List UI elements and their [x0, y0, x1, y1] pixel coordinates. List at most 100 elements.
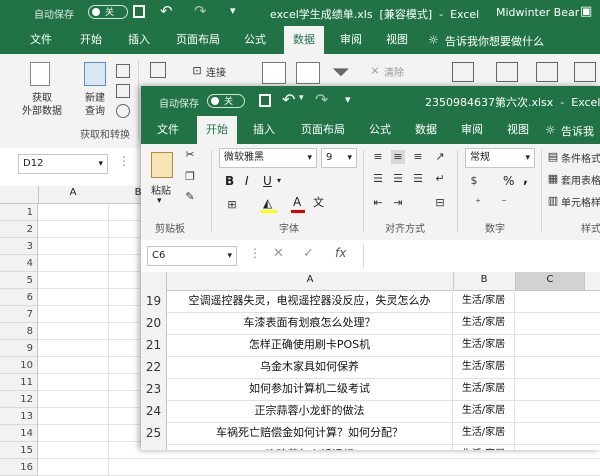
- tab-insert[interactable]: 插入: [122, 26, 156, 54]
- font-color-button[interactable]: A: [291, 195, 305, 213]
- tab-home[interactable]: 开始: [74, 26, 108, 54]
- row-header[interactable]: 16: [0, 459, 38, 476]
- formula-input[interactable]: [363, 244, 600, 268]
- conditional-format-label[interactable]: 条件格式: [561, 150, 600, 165]
- increase-indent-icon[interactable]: ⇥: [391, 196, 405, 210]
- orientation-icon[interactable]: ↗: [433, 150, 447, 164]
- new-query-icon[interactable]: [84, 62, 106, 86]
- align-left-icon[interactable]: ☰: [371, 172, 385, 186]
- column-header-b[interactable]: B: [453, 274, 515, 285]
- tab-formulas[interactable]: 公式: [363, 116, 397, 144]
- autosave-toggle[interactable]: 关: [88, 5, 128, 19]
- forecast-icon[interactable]: [574, 62, 596, 82]
- tab-page-layout[interactable]: 页面布局: [170, 26, 226, 54]
- sort-za-icon[interactable]: [296, 62, 320, 84]
- cell-a[interactable]: 如何参加计算机二级考试: [167, 378, 453, 400]
- underline-button[interactable]: U: [263, 174, 272, 188]
- align-right-icon[interactable]: ☰: [411, 172, 425, 186]
- tab-review[interactable]: 审阅: [455, 116, 489, 144]
- get-external-data-label[interactable]: 获取 外部数据: [18, 92, 66, 118]
- cell-b[interactable]: 生活/家居: [453, 334, 515, 356]
- tell-me-box[interactable]: 告诉我你想要做什么: [445, 33, 544, 49]
- row-header[interactable]: 21: [141, 334, 167, 356]
- accounting-format-icon[interactable]: $: [467, 174, 481, 188]
- select-all-corner[interactable]: [141, 272, 167, 290]
- row-header[interactable]: 2: [0, 221, 38, 238]
- tab-file[interactable]: 文件: [24, 26, 58, 54]
- paste-icon[interactable]: [151, 152, 173, 178]
- connections-label[interactable]: 连接: [206, 64, 226, 79]
- connections-icon[interactable]: ⊡: [190, 64, 204, 78]
- back-name-box[interactable]: D12 ▾: [18, 154, 108, 174]
- redo-icon[interactable]: ↷: [315, 90, 328, 109]
- flash-fill-icon[interactable]: [496, 62, 518, 82]
- cell-b[interactable]: 生活/家居: [453, 400, 515, 422]
- font-size-dropdown[interactable]: 9 ▾: [321, 148, 357, 168]
- row-header[interactable]: 13: [0, 408, 38, 425]
- refresh-all-icon[interactable]: [150, 62, 166, 78]
- bold-button[interactable]: B: [225, 174, 234, 188]
- undo-dropdown-icon[interactable]: ▾: [299, 93, 304, 103]
- save-icon[interactable]: [259, 94, 271, 107]
- cell-styles-icon[interactable]: ▥: [546, 194, 560, 208]
- column-header-a[interactable]: A: [38, 187, 108, 198]
- row-header[interactable]: 3: [0, 238, 38, 255]
- number-format-dropdown[interactable]: 常规 ▾: [465, 148, 535, 168]
- format-as-table-icon[interactable]: ▦: [546, 172, 560, 186]
- phonetic-icon[interactable]: 文: [313, 194, 324, 210]
- row-header[interactable]: 20: [141, 312, 167, 334]
- cell-a[interactable]: 乌金木家具如何保养: [167, 356, 453, 378]
- undo-icon[interactable]: ↶: [160, 2, 173, 20]
- cancel-entry-icon[interactable]: ✕: [273, 246, 284, 261]
- conditional-format-icon[interactable]: ▤: [546, 150, 560, 164]
- cell-b[interactable]: 生活/家居: [453, 422, 515, 444]
- increase-decimal-icon[interactable]: ⁺: [471, 196, 485, 210]
- confirm-entry-icon[interactable]: ✓: [303, 246, 314, 261]
- align-middle-icon[interactable]: ≡: [391, 150, 405, 164]
- tab-page-layout[interactable]: 页面布局: [295, 116, 351, 144]
- filter-icon[interactable]: ⏷: [332, 60, 350, 85]
- save-icon[interactable]: [133, 5, 145, 18]
- row-header[interactable]: 11: [0, 374, 38, 391]
- new-query-label[interactable]: 新建 查询: [80, 92, 110, 118]
- row-header[interactable]: 15: [0, 442, 38, 459]
- row-header[interactable]: 1: [0, 204, 38, 221]
- row-header[interactable]: 5: [0, 272, 38, 289]
- row-header[interactable]: 26: [141, 444, 167, 450]
- show-queries-icon[interactable]: [116, 64, 130, 78]
- cell-a[interactable]: 车漆表面有划痕怎么处理？: [167, 312, 453, 334]
- redo-icon[interactable]: ↷: [194, 2, 207, 20]
- decrease-decimal-icon[interactable]: ⁻: [497, 196, 511, 210]
- select-all-corner[interactable]: [0, 186, 39, 203]
- cell-a[interactable]: 车祸死亡赔偿金如何计算？如何分配？: [167, 422, 453, 444]
- clear-icon[interactable]: ⨯: [368, 64, 382, 78]
- column-header-a[interactable]: A: [167, 274, 453, 285]
- clear-label[interactable]: 清除: [384, 64, 404, 79]
- underline-dropdown-icon[interactable]: ▾: [277, 176, 281, 185]
- cut-icon[interactable]: ✂: [183, 148, 197, 162]
- font-name-dropdown[interactable]: 微软雅黑 ▾: [219, 148, 317, 168]
- row-header[interactable]: 8: [0, 323, 38, 340]
- italic-button[interactable]: I: [245, 174, 249, 188]
- cell-a[interactable]: 怎样正确使用刷卡POS机: [167, 334, 453, 356]
- tab-formulas[interactable]: 公式: [238, 26, 272, 54]
- tab-home[interactable]: 开始: [197, 116, 237, 144]
- cell-b[interactable]: 生活/家居: [453, 378, 515, 400]
- tell-me-box[interactable]: 告诉我: [561, 123, 594, 139]
- merge-center-icon[interactable]: ⊟: [433, 196, 447, 210]
- ribbon-display-options-icon[interactable]: ▣: [580, 4, 592, 19]
- align-center-icon[interactable]: ☰: [391, 172, 405, 186]
- wrap-text-icon[interactable]: ↵: [433, 172, 447, 186]
- row-header[interactable]: 14: [0, 425, 38, 442]
- tab-file[interactable]: 文件: [151, 116, 185, 144]
- tab-data[interactable]: 数据: [284, 26, 324, 54]
- cell-a[interactable]: 空调遥控器失灵，电视遥控器没反应，失灵怎么办: [167, 290, 453, 312]
- row-header[interactable]: 10: [0, 357, 38, 374]
- fill-color-button[interactable]: ◭: [261, 196, 277, 213]
- cell-styles-label[interactable]: 单元格样: [561, 194, 600, 209]
- front-name-box[interactable]: C6 ▾: [147, 246, 237, 266]
- insert-function-button[interactable]: fx: [335, 246, 346, 260]
- tab-data[interactable]: 数据: [409, 116, 443, 144]
- tab-insert[interactable]: 插入: [247, 116, 281, 144]
- align-top-icon[interactable]: ≡: [371, 150, 385, 164]
